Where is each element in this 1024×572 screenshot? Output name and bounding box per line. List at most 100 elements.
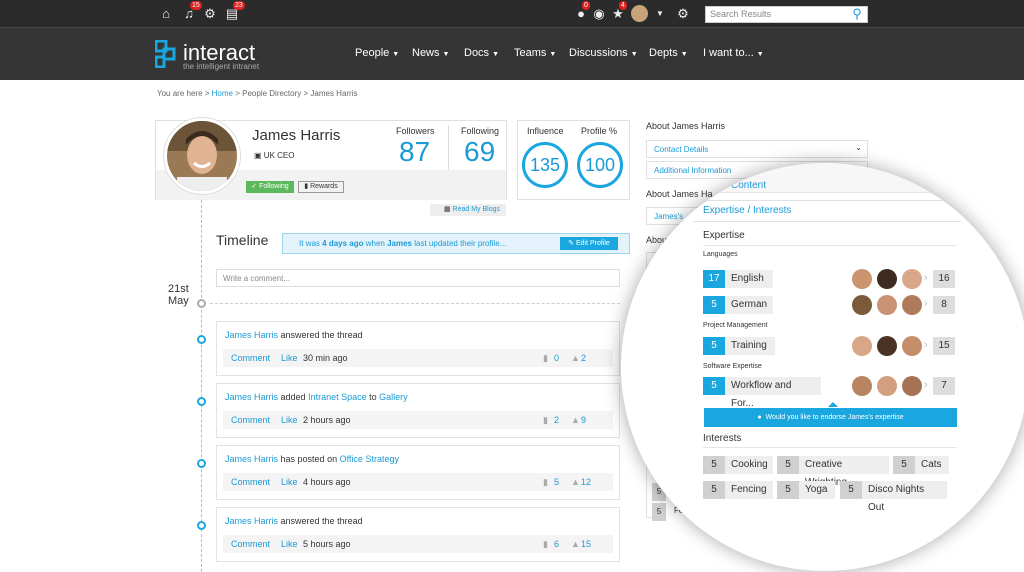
skill-label[interactable]: Workflow and For...: [725, 377, 821, 409]
nav-news[interactable]: News ▼: [412, 47, 449, 59]
interest-label[interactable]: Yoga: [799, 481, 835, 499]
nav-docs[interactable]: Docs ▼: [464, 47, 499, 59]
endorser-avatar[interactable]: [877, 295, 897, 315]
edit-profile-button[interactable]: ✎ Edit Profile: [560, 237, 618, 250]
comment-count[interactable]: 0: [554, 353, 559, 363]
endorser-more-count[interactable]: 16: [933, 270, 955, 288]
like-count[interactable]: 9: [581, 415, 586, 425]
thumbs-up-icon: ▲: [571, 477, 580, 487]
thumbs-up-icon: ▲: [571, 353, 580, 363]
like-count[interactable]: 2: [581, 353, 586, 363]
like-link[interactable]: Like: [281, 415, 298, 425]
settings-icon[interactable]: ⚙: [675, 6, 691, 22]
search-icon[interactable]: ⚲: [849, 6, 865, 22]
influence-gauge[interactable]: 135: [522, 142, 568, 188]
endorser-avatar[interactable]: [902, 376, 922, 396]
like-link[interactable]: Like: [281, 353, 298, 363]
interest-count[interactable]: 5: [777, 456, 799, 474]
interest-label[interactable]: Fencing: [725, 481, 773, 499]
endorser-avatar[interactable]: [852, 376, 872, 396]
comment-count[interactable]: 5: [554, 477, 559, 487]
interest-label[interactable]: Disco Nights Out: [862, 481, 947, 513]
skill-label[interactable]: English: [725, 270, 773, 288]
home-icon[interactable]: ⌂: [158, 6, 174, 22]
interest-count[interactable]: 5: [703, 456, 725, 474]
interest-label[interactable]: Cats: [915, 456, 949, 474]
nav-people[interactable]: People ▼: [355, 47, 399, 59]
endorser-avatar[interactable]: [877, 269, 897, 289]
like-link[interactable]: Like: [281, 477, 298, 487]
post-target-link[interactable]: Gallery: [379, 392, 408, 402]
endorser-avatar[interactable]: [852, 336, 872, 356]
interest-count[interactable]: 5: [840, 481, 862, 499]
endorser-more-count[interactable]: 8: [933, 296, 955, 314]
comment-link[interactable]: Comment: [231, 415, 270, 425]
like-count[interactable]: 15: [581, 539, 591, 549]
date-divider: [210, 303, 620, 304]
endorser-avatar[interactable]: [852, 269, 872, 289]
endorser-more-count[interactable]: 7: [933, 377, 955, 395]
search-input[interactable]: Search Results: [705, 6, 868, 23]
skill-label[interactable]: Training: [725, 337, 775, 355]
alert-badge: 0: [582, 1, 590, 10]
endorse-count[interactable]: 5: [703, 377, 725, 395]
endorse-count[interactable]: 5: [703, 337, 725, 355]
nav-i-want-to[interactable]: I want to... ▼: [703, 47, 764, 59]
profile-percent-gauge[interactable]: 100: [577, 142, 623, 188]
user-avatar[interactable]: [631, 5, 648, 22]
endorse-prompt-button[interactable]: ● Would you like to endorse James's expe…: [704, 408, 957, 427]
rewards-button[interactable]: ▮ Rewards: [298, 181, 344, 193]
interest-count: 5: [652, 503, 666, 521]
chevron-down-icon[interactable]: ▼: [652, 6, 668, 22]
comment-input[interactable]: Write a comment...: [216, 269, 620, 287]
post-actor-link[interactable]: James Harris: [225, 454, 278, 464]
interest-label[interactable]: Cooking: [725, 456, 773, 474]
post-actor-link[interactable]: James Harris: [225, 392, 278, 402]
nav-discussions[interactable]: Discussions ▼: [569, 47, 638, 59]
gear-icon[interactable]: ⚙: [202, 6, 218, 22]
interest-count[interactable]: 5: [777, 481, 799, 499]
comment-link[interactable]: Comment: [231, 477, 270, 487]
nav-teams[interactable]: Teams ▼: [514, 47, 556, 59]
endorser-avatar[interactable]: [852, 295, 872, 315]
like-link[interactable]: Like: [281, 539, 298, 549]
post-target-link[interactable]: Office Strategy: [340, 454, 399, 464]
nav-depts[interactable]: Depts ▼: [649, 47, 688, 59]
endorse-count[interactable]: 5: [703, 296, 725, 314]
comment-count[interactable]: 6: [554, 539, 559, 549]
skill-label[interactable]: German: [725, 296, 773, 314]
interest-count[interactable]: 5: [893, 456, 915, 474]
interest-label[interactable]: Creative Wrighting: [799, 456, 889, 488]
like-count[interactable]: 12: [581, 477, 591, 487]
endorser-avatar[interactable]: [902, 336, 922, 356]
post-actor-link[interactable]: James Harris: [225, 516, 278, 526]
endorse-count[interactable]: 17: [703, 270, 725, 288]
comment-link[interactable]: Comment: [231, 353, 270, 363]
interest-count[interactable]: 5: [703, 481, 725, 499]
following-count[interactable]: 69: [464, 136, 495, 168]
content-tab[interactable]: Content: [731, 180, 766, 191]
followers-count[interactable]: 87: [399, 136, 430, 168]
comment-count[interactable]: 2: [554, 415, 559, 425]
post-actor-link[interactable]: James Harris: [225, 330, 278, 340]
endorser-avatar[interactable]: [902, 295, 922, 315]
expertise-interests-tab[interactable]: Expertise / Interests: [703, 205, 791, 216]
tasks-icon[interactable]: ▤ 23: [224, 1, 245, 22]
eye-icon[interactable]: ◉: [591, 6, 607, 22]
bell-icon[interactable]: ♫ 15: [181, 1, 202, 22]
profile-role: ▣ UK CEO: [254, 151, 295, 160]
alert-icon[interactable]: ● 0: [573, 1, 590, 22]
endorser-avatar[interactable]: [877, 376, 897, 396]
breadcrumb-home[interactable]: Home: [212, 89, 233, 98]
post-target-link[interactable]: Intranet Space: [308, 392, 367, 402]
comment-link[interactable]: Comment: [231, 539, 270, 549]
group-label: Software Expertise: [703, 363, 762, 370]
read-blogs-link[interactable]: ▦ Read My Blogs: [430, 204, 506, 216]
contact-details-toggle[interactable]: Contact Details ⌄: [646, 140, 868, 158]
star-icon[interactable]: ★ 4: [610, 1, 627, 22]
endorser-avatar[interactable]: [877, 336, 897, 356]
following-button[interactable]: ✓ Following: [246, 181, 294, 193]
endorser-more-count[interactable]: 15: [933, 337, 955, 355]
endorser-avatar[interactable]: [902, 269, 922, 289]
post-time: 30 min ago: [303, 353, 348, 363]
